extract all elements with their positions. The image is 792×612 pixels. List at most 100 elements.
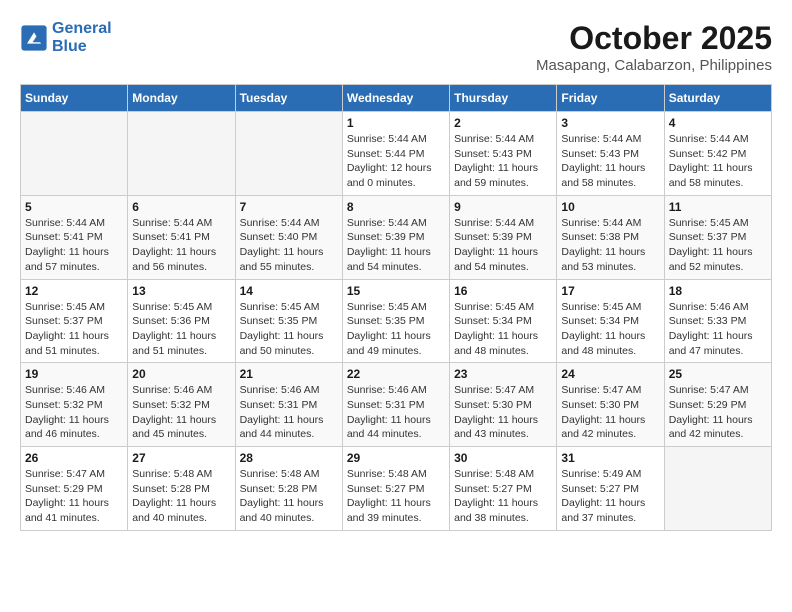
day-info: Sunrise: 5:46 AM Sunset: 5:31 PM Dayligh…: [240, 383, 338, 442]
weekday-header-tuesday: Tuesday: [235, 85, 342, 112]
calendar-cell: 21 Sunrise: 5:46 AM Sunset: 5:31 PM Dayli…: [235, 363, 342, 447]
calendar-week-row: 19Sunrise: 5:46 AM Sunset: 5:32 PM Dayli…: [21, 363, 772, 447]
calendar-cell: 14 Sunrise: 5:45 AM Sunset: 5:35 PM Dayli…: [235, 279, 342, 363]
calendar-cell: 11 Sunrise: 5:45 AM Sunset: 5:37 PM Dayli…: [664, 195, 771, 279]
calendar-cell: 2 Sunrise: 5:44 AM Sunset: 5:43 PM Daylig…: [450, 112, 557, 196]
calendar-cell: [21, 112, 128, 196]
day-info: Sunrise: 5:48 AM Sunset: 5:28 PM Dayligh…: [240, 467, 338, 526]
weekday-header-sunday: Sunday: [21, 85, 128, 112]
day-info: Sunrise: 5:45 AM Sunset: 5:37 PM Dayligh…: [669, 216, 767, 275]
calendar-week-row: 12 Sunrise: 5:45 AM Sunset: 5:37 PM Dayli…: [21, 279, 772, 363]
logo-text: General Blue: [52, 20, 112, 55]
calendar-cell: [128, 112, 235, 196]
day-number: 16: [454, 284, 552, 298]
calendar-cell: 27Sunrise: 5:48 AM Sunset: 5:28 PM Dayli…: [128, 447, 235, 531]
weekday-header-friday: Friday: [557, 85, 664, 112]
calendar-table: SundayMondayTuesdayWednesdayThursdayFrid…: [20, 84, 772, 531]
calendar-cell: 25 Sunrise: 5:47 AM Sunset: 5:29 PM Dayli…: [664, 363, 771, 447]
calendar-cell: 20Sunrise: 5:46 AM Sunset: 5:32 PM Dayli…: [128, 363, 235, 447]
day-info: Sunrise: 5:46 AM Sunset: 5:33 PM Dayligh…: [669, 300, 767, 359]
day-number: 5: [25, 200, 123, 214]
month-title: October 2025: [536, 20, 772, 57]
calendar-week-row: 1 Sunrise: 5:44 AM Sunset: 5:44 PM Daylig…: [21, 112, 772, 196]
day-info: Sunrise: 5:44 AM Sunset: 5:41 PM Dayligh…: [132, 216, 230, 275]
calendar-cell: 5Sunrise: 5:44 AM Sunset: 5:41 PM Daylig…: [21, 195, 128, 279]
calendar-cell: 3 Sunrise: 5:44 AM Sunset: 5:43 PM Daylig…: [557, 112, 664, 196]
calendar-cell: 6 Sunrise: 5:44 AM Sunset: 5:41 PM Daylig…: [128, 195, 235, 279]
calendar-cell: 4 Sunrise: 5:44 AM Sunset: 5:42 PM Daylig…: [664, 112, 771, 196]
day-number: 6: [132, 200, 230, 214]
day-info: Sunrise: 5:44 AM Sunset: 5:44 PM Dayligh…: [347, 132, 445, 191]
day-number: 30: [454, 451, 552, 465]
day-info: Sunrise: 5:44 AM Sunset: 5:42 PM Dayligh…: [669, 132, 767, 191]
calendar-cell: 24Sunrise: 5:47 AM Sunset: 5:30 PM Dayli…: [557, 363, 664, 447]
day-number: 18: [669, 284, 767, 298]
day-number: 21: [240, 367, 338, 381]
day-info: Sunrise: 5:46 AM Sunset: 5:31 PM Dayligh…: [347, 383, 445, 442]
day-info: Sunrise: 5:44 AM Sunset: 5:39 PM Dayligh…: [347, 216, 445, 275]
title-block: October 2025 Masapang, Calabarzon, Phili…: [536, 20, 772, 74]
calendar-cell: 13 Sunrise: 5:45 AM Sunset: 5:36 PM Dayli…: [128, 279, 235, 363]
calendar-cell: 12 Sunrise: 5:45 AM Sunset: 5:37 PM Dayli…: [21, 279, 128, 363]
calendar-cell: 15 Sunrise: 5:45 AM Sunset: 5:35 PM Dayli…: [342, 279, 449, 363]
day-info: Sunrise: 5:44 AM Sunset: 5:43 PM Dayligh…: [561, 132, 659, 191]
day-number: 8: [347, 200, 445, 214]
calendar-cell: 26 Sunrise: 5:47 AM Sunset: 5:29 PM Dayli…: [21, 447, 128, 531]
location: Masapang, Calabarzon, Philippines: [536, 57, 772, 74]
day-info: Sunrise: 5:45 AM Sunset: 5:35 PM Dayligh…: [347, 300, 445, 359]
calendar-cell: 10 Sunrise: 5:44 AM Sunset: 5:38 PM Dayli…: [557, 195, 664, 279]
day-number: 12: [25, 284, 123, 298]
calendar-cell: 8 Sunrise: 5:44 AM Sunset: 5:39 PM Daylig…: [342, 195, 449, 279]
page-header: General Blue October 2025 Masapang, Cala…: [20, 20, 772, 74]
calendar-cell: 16 Sunrise: 5:45 AM Sunset: 5:34 PM Dayli…: [450, 279, 557, 363]
day-number: 2: [454, 116, 552, 130]
day-number: 1: [347, 116, 445, 130]
calendar-cell: 18 Sunrise: 5:46 AM Sunset: 5:33 PM Dayli…: [664, 279, 771, 363]
day-info: Sunrise: 5:45 AM Sunset: 5:34 PM Dayligh…: [454, 300, 552, 359]
day-info: Sunrise: 5:44 AM Sunset: 5:43 PM Dayligh…: [454, 132, 552, 191]
day-number: 15: [347, 284, 445, 298]
day-info: Sunrise: 5:46 AM Sunset: 5:32 PM Dayligh…: [25, 383, 123, 442]
calendar-cell: 17Sunrise: 5:45 AM Sunset: 5:34 PM Dayli…: [557, 279, 664, 363]
calendar-cell: [664, 447, 771, 531]
day-info: Sunrise: 5:47 AM Sunset: 5:30 PM Dayligh…: [454, 383, 552, 442]
day-info: Sunrise: 5:48 AM Sunset: 5:27 PM Dayligh…: [347, 467, 445, 526]
day-number: 14: [240, 284, 338, 298]
day-info: Sunrise: 5:44 AM Sunset: 5:40 PM Dayligh…: [240, 216, 338, 275]
day-number: 25: [669, 367, 767, 381]
day-info: Sunrise: 5:47 AM Sunset: 5:29 PM Dayligh…: [25, 467, 123, 526]
weekday-header-row: SundayMondayTuesdayWednesdayThursdayFrid…: [21, 85, 772, 112]
day-number: 3: [561, 116, 659, 130]
day-number: 11: [669, 200, 767, 214]
calendar-week-row: 5 Sunrise: 5:44 AM Sunset: 5:41 PM Daylig…: [21, 195, 772, 279]
calendar-week-row: 26 Sunrise: 5:47 AM Sunset: 5:29 PM Dayli…: [21, 447, 772, 531]
day-info: Sunrise: 5:45 AM Sunset: 5:37 PM Dayligh…: [25, 300, 123, 359]
day-number: 31: [561, 451, 659, 465]
logo-icon: [20, 24, 48, 52]
calendar-cell: 29Sunrise: 5:48 AM Sunset: 5:27 PM Dayli…: [342, 447, 449, 531]
day-number: 13: [132, 284, 230, 298]
day-number: 24: [561, 367, 659, 381]
day-info: Sunrise: 5:48 AM Sunset: 5:28 PM Dayligh…: [132, 467, 230, 526]
day-number: 7: [240, 200, 338, 214]
day-number: 4: [669, 116, 767, 130]
weekday-header-thursday: Thursday: [450, 85, 557, 112]
calendar-cell: 9Sunrise: 5:44 AM Sunset: 5:39 PM Daylig…: [450, 195, 557, 279]
weekday-header-monday: Monday: [128, 85, 235, 112]
day-info: Sunrise: 5:45 AM Sunset: 5:35 PM Dayligh…: [240, 300, 338, 359]
day-number: 9: [454, 200, 552, 214]
day-info: Sunrise: 5:44 AM Sunset: 5:38 PM Dayligh…: [561, 216, 659, 275]
day-number: 10: [561, 200, 659, 214]
day-number: 23: [454, 367, 552, 381]
day-number: 20: [132, 367, 230, 381]
day-info: Sunrise: 5:45 AM Sunset: 5:36 PM Dayligh…: [132, 300, 230, 359]
day-number: 26: [25, 451, 123, 465]
weekday-header-wednesday: Wednesday: [342, 85, 449, 112]
day-info: Sunrise: 5:47 AM Sunset: 5:29 PM Dayligh…: [669, 383, 767, 442]
calendar-cell: 28Sunrise: 5:48 AM Sunset: 5:28 PM Dayli…: [235, 447, 342, 531]
calendar-cell: 23 Sunrise: 5:47 AM Sunset: 5:30 PM Dayli…: [450, 363, 557, 447]
calendar-cell: 31Sunrise: 5:49 AM Sunset: 5:27 PM Dayli…: [557, 447, 664, 531]
calendar-cell: 19Sunrise: 5:46 AM Sunset: 5:32 PM Dayli…: [21, 363, 128, 447]
weekday-header-saturday: Saturday: [664, 85, 771, 112]
calendar-cell: 30Sunrise: 5:48 AM Sunset: 5:27 PM Dayli…: [450, 447, 557, 531]
